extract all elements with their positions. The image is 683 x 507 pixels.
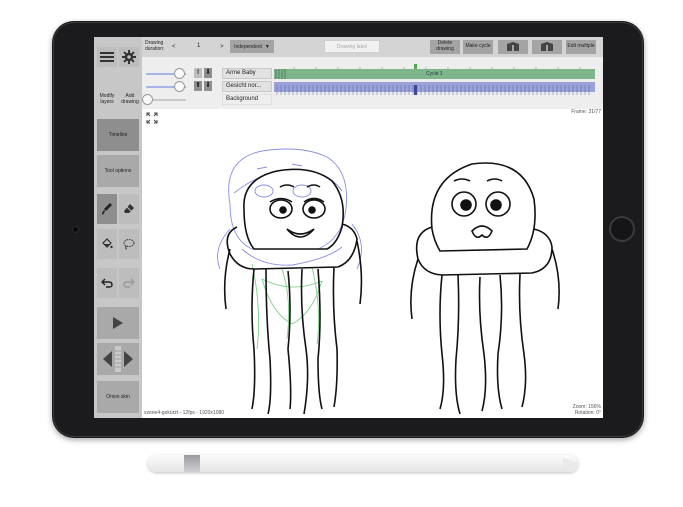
layer-up-button-1[interactable]: ⬆ bbox=[194, 68, 202, 78]
layer-track-1[interactable]: Cycle 1 bbox=[274, 69, 595, 79]
stylus-pencil bbox=[148, 455, 578, 472]
frame-stepper[interactable] bbox=[97, 343, 139, 375]
left-jellyfish bbox=[223, 168, 363, 415]
stylus-tip bbox=[563, 458, 579, 470]
app-screen: Modify layers Add drawing Timeline Tool … bbox=[94, 37, 603, 418]
settings-button[interactable] bbox=[119, 47, 139, 67]
top-toolbar: Drawing duration: < 1 > Independent ▼ Dra… bbox=[142, 37, 603, 58]
drawing-duration-label: Drawing duration: bbox=[145, 40, 165, 52]
duration-mode-value: Independent bbox=[234, 43, 262, 50]
add-drawing-button[interactable]: Add drawing bbox=[118, 93, 142, 105]
drawing-canvas[interactable]: Frame: 31/77 szene4-gekürzt - 12fps - 19… bbox=[142, 109, 603, 418]
drawing-label-input[interactable]: Drawing label bbox=[324, 40, 380, 53]
duration-value: 1 bbox=[197, 43, 201, 49]
fill-tool-button[interactable] bbox=[97, 229, 117, 259]
undo-button[interactable] bbox=[97, 268, 117, 298]
make-cycle-button[interactable]: Make cycle bbox=[463, 40, 493, 54]
layer-up-button-2[interactable]: ⬆ bbox=[194, 81, 202, 91]
eraser-tool-button[interactable] bbox=[119, 194, 139, 224]
paint-bucket-icon bbox=[102, 238, 113, 249]
timeline-button[interactable]: Timeline bbox=[97, 119, 139, 151]
home-button[interactable] bbox=[609, 216, 635, 242]
flip-left-button[interactable] bbox=[498, 40, 528, 54]
delete-drawing-button[interactable]: Delete drawing bbox=[430, 40, 460, 54]
brush-icon bbox=[102, 203, 112, 215]
layer-down-button-2[interactable]: ⬇ bbox=[204, 81, 212, 91]
slider-knob-2[interactable] bbox=[174, 81, 185, 92]
copy-frame-right-icon bbox=[541, 42, 553, 51]
play-icon bbox=[113, 317, 123, 329]
frame-step-icons bbox=[103, 346, 133, 372]
redo-button[interactable] bbox=[119, 268, 139, 298]
scene-info: szene4-gekürzt - 12fps - 1920x1080 bbox=[144, 410, 225, 416]
edit-multiple-button[interactable]: Edit multiple bbox=[566, 40, 596, 54]
copy-frame-left-icon bbox=[507, 42, 519, 51]
rotation-readout: Rotation: 0° bbox=[574, 410, 601, 416]
stylus-band bbox=[184, 455, 200, 472]
undo-icon bbox=[101, 278, 113, 288]
modify-layers-button[interactable]: Modify layers bbox=[96, 93, 118, 105]
slider-knob-3[interactable] bbox=[142, 94, 153, 105]
tool-options-button[interactable]: Tool options bbox=[97, 155, 139, 187]
hamburger-icon bbox=[100, 52, 114, 62]
eraser-icon bbox=[124, 204, 134, 213]
layer-down-button-1[interactable]: ⬇ bbox=[204, 68, 212, 78]
onion-skin-button[interactable]: Onion skin bbox=[97, 381, 139, 413]
redo-icon bbox=[123, 278, 135, 288]
duration-increase-button[interactable]: > bbox=[220, 44, 224, 50]
flip-right-button[interactable] bbox=[532, 40, 562, 54]
layer-track-2[interactable] bbox=[274, 82, 595, 95]
frame-ruler bbox=[274, 59, 595, 72]
layer-name-1[interactable]: Arme Baby bbox=[222, 68, 272, 79]
menu-button[interactable] bbox=[97, 47, 117, 67]
track-frames-2 bbox=[276, 85, 590, 95]
slider-knob-1[interactable] bbox=[174, 68, 185, 79]
lasso-tool-button[interactable] bbox=[119, 229, 139, 259]
right-jellyfish bbox=[410, 162, 560, 415]
play-button[interactable] bbox=[97, 307, 139, 339]
front-camera bbox=[72, 226, 79, 233]
track-frames-1 bbox=[275, 69, 286, 79]
timeline-panel: ⬆ ⬇ ⬆ ⬇ Arme Baby Gesicht nor... Backgro… bbox=[142, 57, 603, 110]
sidebar: Modify layers Add drawing Timeline Tool … bbox=[94, 37, 142, 418]
brush-tool-button[interactable] bbox=[97, 194, 117, 224]
layer-name-2[interactable]: Gesicht nor... bbox=[222, 81, 272, 92]
jellyfish-artwork bbox=[217, 148, 560, 415]
layer-name-3[interactable]: Background bbox=[222, 94, 272, 105]
duration-decrease-button[interactable]: < bbox=[172, 44, 176, 50]
chevron-down-icon: ▼ bbox=[264, 43, 270, 50]
lasso-icon bbox=[123, 239, 135, 250]
duration-mode-dropdown[interactable]: Independent ▼ bbox=[230, 40, 274, 53]
gear-icon bbox=[122, 50, 136, 64]
